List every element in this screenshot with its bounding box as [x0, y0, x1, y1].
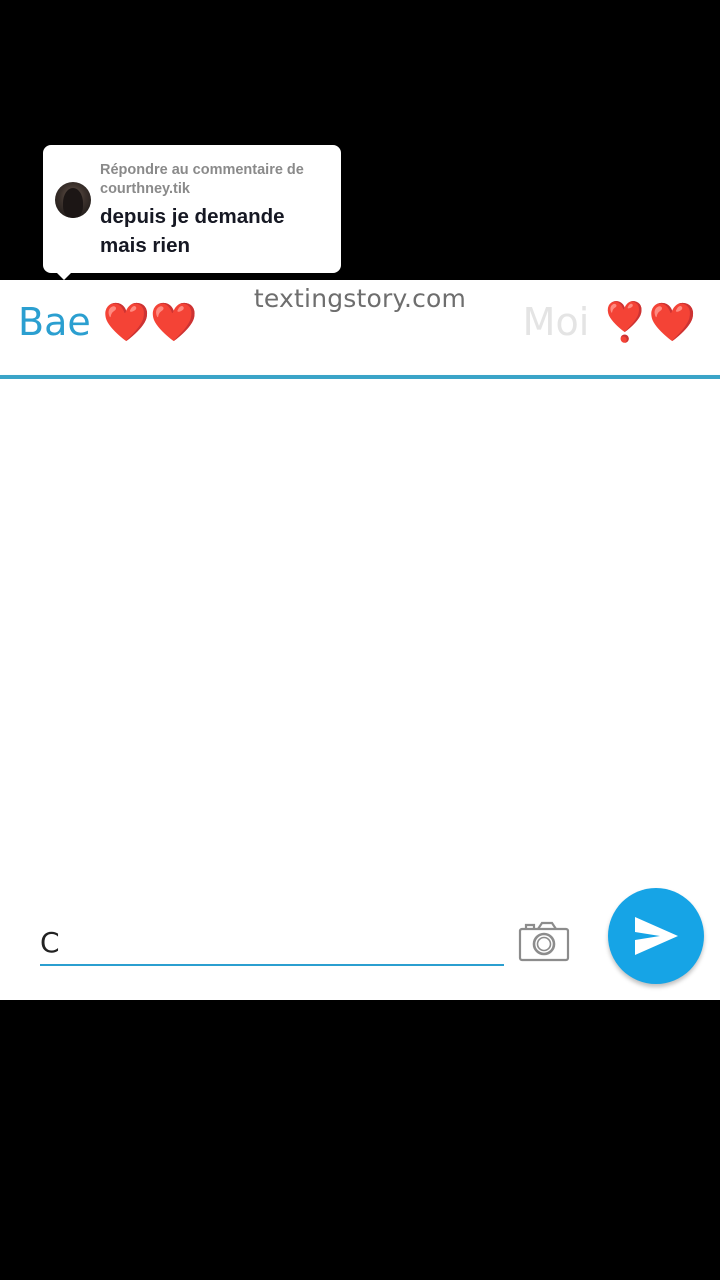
- messages-area[interactable]: [0, 379, 720, 879]
- send-button[interactable]: [608, 888, 704, 984]
- reply-comment-text: depuis je demande mais rien: [100, 205, 285, 257]
- message-input[interactable]: C: [40, 920, 504, 966]
- reply-comment-bubble: Répondre au commentaire de courthney.tik…: [43, 145, 341, 273]
- contact-right: Moi ❣️❤️: [523, 300, 696, 345]
- chat-panel: textingstory.com Bae ❤️❤️ Moi ❣️❤️ C: [0, 280, 720, 1000]
- contact-left-name: Bae: [18, 300, 91, 344]
- contact-right-name: Moi: [522, 300, 590, 344]
- contact-right-emoji: ❣️❤️: [601, 300, 696, 344]
- camera-icon: [518, 921, 570, 962]
- reply-header-text: Répondre au commentaire de courthney.tik: [100, 162, 304, 197]
- screen: Répondre au commentaire de courthney.tik…: [0, 0, 720, 1280]
- send-icon: [635, 917, 678, 955]
- contact-left: Bae ❤️❤️: [18, 300, 197, 345]
- camera-button[interactable]: [518, 920, 570, 962]
- contact-left-emoji: ❤️❤️: [102, 300, 198, 344]
- avatar: [55, 182, 91, 218]
- reply-bubble-tail: [52, 268, 76, 280]
